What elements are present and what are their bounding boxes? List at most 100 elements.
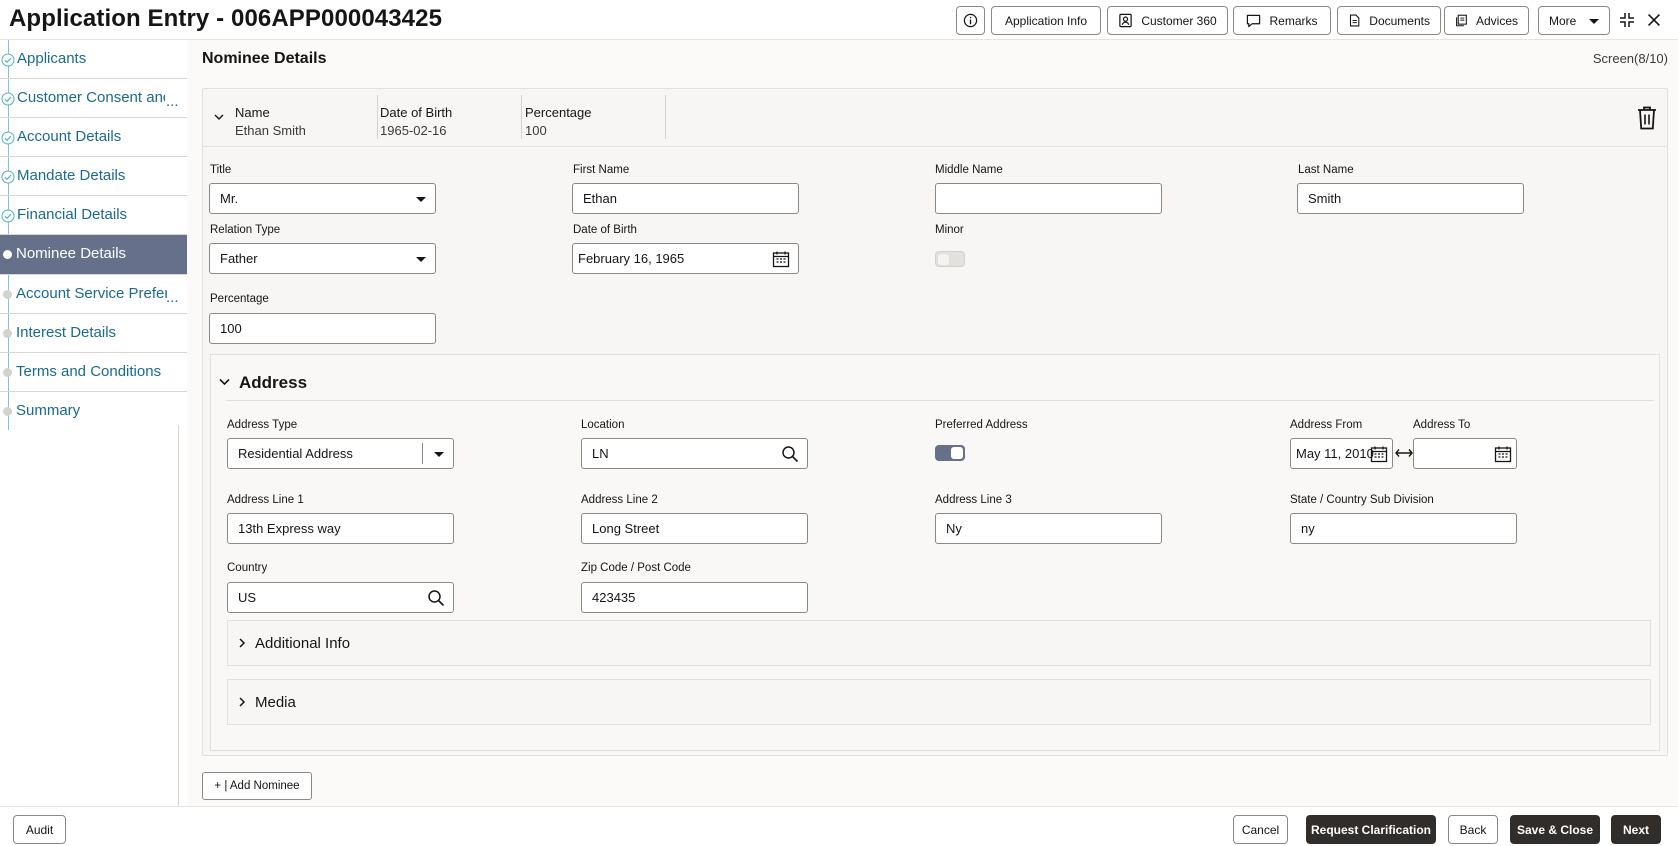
sidebar-item-summary[interactable]: Summary <box>0 392 187 431</box>
sidebar-item-terms-and-conditions[interactable]: Terms and Conditions <box>0 353 187 392</box>
additional-info-title: Additional Info <box>255 635 351 652</box>
toggle-knob <box>938 254 949 265</box>
country-input[interactable]: US <box>227 582 454 613</box>
current-step-dot <box>3 250 12 259</box>
info-button[interactable] <box>956 6 985 35</box>
toggle-knob <box>951 447 963 459</box>
footer-bar: Audit Cancel Request Clarification Back … <box>0 806 1678 846</box>
application-info-button[interactable]: Application Info <box>991 6 1101 35</box>
search-icon[interactable] <box>781 445 799 463</box>
address-from-value: May 11, 2010 <box>1296 446 1374 461</box>
address-type-label: Address Type <box>227 419 298 431</box>
address-line-2-label: Address Line 2 <box>581 494 658 506</box>
calendar-icon[interactable] <box>1494 445 1512 463</box>
sidebar-item-account-service-preferences[interactable]: Account Service Prefere ... <box>0 275 187 314</box>
summary-dob: Date of Birth 1965-02-16 <box>380 105 452 138</box>
sidebar-item-financial-details[interactable]: Financial Details <box>0 196 187 235</box>
preferred-address-toggle[interactable] <box>935 445 965 461</box>
calendar-icon[interactable] <box>772 250 790 268</box>
first-name-label: First Name <box>573 164 630 176</box>
info-icon <box>963 13 978 28</box>
advices-button[interactable]: Advices <box>1444 6 1529 35</box>
address-type-value: Residential Address <box>238 446 353 461</box>
sidebar-item-mandate-details[interactable]: Mandate Details <box>0 157 187 196</box>
audit-button[interactable]: Audit <box>13 815 66 844</box>
app-header: Application Entry - 006APP000043425 Appl… <box>0 0 1678 40</box>
next-button[interactable]: Next <box>1611 815 1661 844</box>
dob-value: February 16, 1965 <box>578 251 685 266</box>
customer-360-label: Customer 360 <box>1141 13 1217 28</box>
address-line-1-label: Address Line 1 <box>227 494 304 506</box>
middle-name-label: Middle Name <box>935 164 1003 176</box>
chevron-right-icon <box>239 697 246 707</box>
summary-percentage: Percentage 100 <box>525 105 592 138</box>
media-section[interactable]: Media <box>227 679 1651 725</box>
address-line-3-input[interactable]: Ny <box>935 513 1162 544</box>
save-close-button[interactable]: Save & Close <box>1510 815 1600 844</box>
caret-down-icon <box>434 452 444 457</box>
first-name-value: Ethan <box>583 191 617 206</box>
address-line-1-value: 13th Express way <box>238 521 341 536</box>
remarks-button[interactable]: Remarks <box>1233 6 1331 35</box>
sidebar-item-customer-consent[interactable]: Customer Consent and ... <box>0 79 187 118</box>
dob-date-picker[interactable]: February 16, 1965 <box>572 243 799 274</box>
sidebar-item-account-details[interactable]: Account Details <box>0 118 187 157</box>
check-circle-icon <box>1 53 15 67</box>
minor-toggle[interactable] <box>935 251 965 267</box>
sidebar-item-applicants[interactable]: Applicants <box>0 40 187 79</box>
trash-icon[interactable] <box>1635 105 1659 131</box>
request-clarification-button[interactable]: Request Clarification <box>1306 815 1436 844</box>
customer-360-button[interactable]: Customer 360 <box>1107 6 1228 35</box>
chevron-down-icon[interactable] <box>213 111 225 123</box>
close-icon[interactable] <box>1643 9 1665 31</box>
pending-step-dot <box>3 368 12 377</box>
add-nominee-button[interactable]: + | Add Nominee <box>202 772 312 800</box>
sidebar-item-nominee-details[interactable]: Nominee Details <box>0 235 187 275</box>
percentage-input[interactable]: 100 <box>209 313 436 344</box>
zip-code-value: 423435 <box>592 590 636 605</box>
address-line-2-value: Long Street <box>592 521 660 536</box>
last-name-input[interactable]: Smith <box>1297 183 1524 214</box>
sidebar-item-interest-details[interactable]: Interest Details <box>0 314 187 353</box>
first-name-input[interactable]: Ethan <box>572 183 799 214</box>
location-input[interactable]: LN <box>581 438 808 469</box>
sidebar-item-label: Account Service Prefere <box>16 285 167 302</box>
collapse-icon[interactable] <box>1616 9 1638 31</box>
pending-step-dot <box>3 290 12 299</box>
sidebar-item-ellipsis: ... <box>166 93 179 110</box>
location-label: Location <box>581 419 625 431</box>
title-value: Mr. <box>220 191 239 206</box>
state-label: State / Country Sub Division <box>1290 494 1434 506</box>
relation-type-select[interactable]: Father <box>209 243 436 274</box>
more-dropdown[interactable]: More <box>1538 6 1610 35</box>
calendar-icon[interactable] <box>1370 445 1388 463</box>
chevron-down-icon[interactable] <box>218 376 231 388</box>
zip-code-input[interactable]: 423435 <box>581 582 808 613</box>
additional-info-section[interactable]: Additional Info <box>227 620 1651 666</box>
address-line-2-input[interactable]: Long Street <box>581 513 808 544</box>
address-from-label: Address From <box>1290 419 1363 431</box>
address-line-1-input[interactable]: 13th Express way <box>227 513 454 544</box>
cancel-button[interactable]: Cancel <box>1233 815 1288 844</box>
summary-percentage-value: 100 <box>525 123 547 138</box>
middle-name-input[interactable] <box>935 183 1162 214</box>
address-line-3-value: Ny <box>946 521 962 536</box>
divider <box>521 95 522 139</box>
nominee-card: Name Ethan Smith Date of Birth 1965-02-1… <box>202 88 1668 756</box>
check-circle-icon <box>1 131 15 145</box>
advices-label: Advices <box>1475 13 1518 28</box>
documents-button[interactable]: Documents <box>1337 6 1441 35</box>
address-from-date-picker[interactable]: May 11, 2010 <box>1290 438 1393 469</box>
title-label: Title <box>210 164 232 176</box>
last-name-label: Last Name <box>1298 164 1354 176</box>
address-to-date-picker[interactable] <box>1413 438 1517 469</box>
state-input[interactable]: ny <box>1290 513 1517 544</box>
title-select[interactable]: Mr. <box>209 183 436 214</box>
search-icon[interactable] <box>427 589 445 607</box>
pending-step-dot <box>3 329 12 338</box>
advices-icon <box>1456 14 1467 27</box>
back-button[interactable]: Back <box>1448 815 1498 844</box>
pending-step-dot <box>3 407 12 416</box>
address-type-select[interactable]: Residential Address <box>227 438 454 469</box>
address-title: Address <box>239 373 308 392</box>
